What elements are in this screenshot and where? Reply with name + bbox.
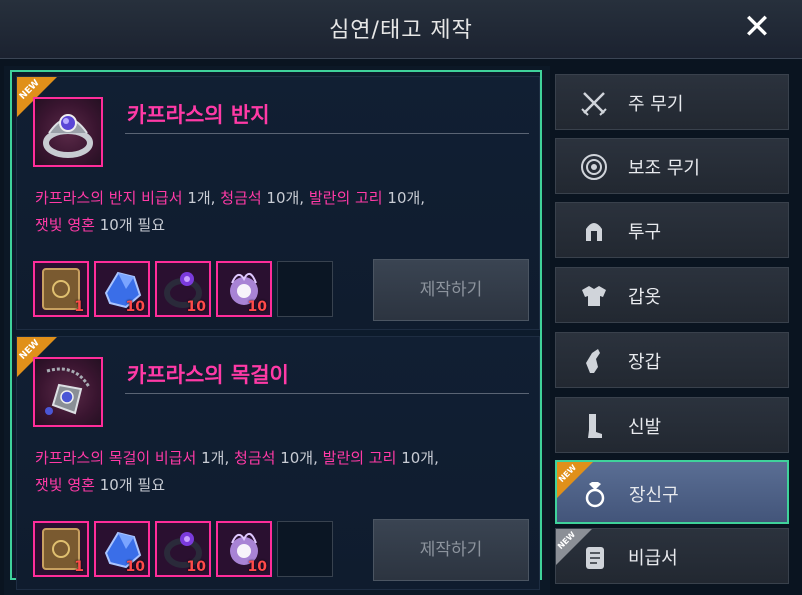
category-armor[interactable]: 갑옷	[555, 267, 789, 323]
requirements-text: 카프라스의 목걸이 비급서 1개, 청금석 10개, 발란의 고리 10개, 잿…	[35, 445, 535, 499]
material-qty: 10개,	[387, 189, 426, 207]
dark-ring-icon[interactable]: 10	[155, 521, 211, 577]
material-qty: 10	[125, 559, 145, 575]
book-icon[interactable]: 1	[33, 261, 89, 317]
book-icon[interactable]: 1	[33, 521, 89, 577]
soul-flame-icon[interactable]: 10	[216, 261, 272, 317]
material-qty: 1	[74, 559, 84, 575]
material-qty: 10개,	[266, 189, 309, 207]
category-boots[interactable]: 신발	[555, 397, 789, 453]
craft-button[interactable]: 제작하기	[373, 259, 529, 321]
category-label: 주 무기	[628, 94, 684, 115]
material-qty: 10	[125, 299, 145, 315]
window-title: 심연/태고 제작	[329, 18, 473, 43]
helmet-icon	[578, 215, 610, 247]
necklace-icon[interactable]	[33, 357, 103, 427]
title-bar: 심연/태고 제작 ✕	[0, 0, 802, 59]
accessory-icon	[579, 478, 611, 510]
material-name: 발란의 고리	[322, 449, 397, 467]
material-qty: 1	[74, 299, 84, 315]
category-main-weapon[interactable]: 주 무기	[555, 74, 789, 130]
material-qty: 10	[247, 299, 267, 315]
category-label: 투구	[628, 222, 662, 243]
category-label: 비급서	[628, 548, 678, 569]
scroll-icon	[578, 541, 610, 573]
material-qty: 10개,	[280, 449, 323, 467]
category-manual[interactable]: NEW 비급서	[555, 528, 789, 584]
armor-icon	[578, 280, 610, 312]
category-label: 갑옷	[628, 287, 662, 308]
material-name: 카프라스의 목걸이 비급서	[35, 449, 197, 467]
item-name: 카프라스의 목걸이	[127, 363, 289, 387]
category-sidebar: 주 무기 보조 무기 투구 갑옷 장갑 신발 NEW 장신구 NEW 비급서	[555, 72, 791, 595]
material-name: 잿빛 영혼	[35, 216, 95, 234]
material-qty: 1개,	[201, 449, 235, 467]
material-qty: 10개 필요	[99, 216, 166, 234]
ring-icon[interactable]	[33, 97, 103, 167]
close-icon[interactable]: ✕	[740, 10, 774, 44]
requirements-text: 카프라스의 반지 비급서 1개, 청금석 10개, 발란의 고리 10개, 잿빛…	[35, 185, 535, 239]
material-qty: 10개 필요	[99, 476, 166, 494]
recipe-card-necklace[interactable]: NEW 카프라스의 목걸이 카프라스의 목걸이 비급서 1개, 청금석 10개,…	[16, 336, 540, 590]
boot-icon	[578, 410, 610, 442]
glove-icon	[578, 345, 610, 377]
crossed-swords-icon	[578, 87, 610, 119]
divider	[125, 133, 529, 134]
dark-ring-icon[interactable]: 10	[155, 261, 211, 317]
material-qty: 10	[186, 559, 206, 575]
empty-material-slot	[277, 521, 333, 577]
blue-crystal-icon[interactable]: 10	[94, 261, 150, 317]
material-name: 잿빛 영혼	[35, 476, 95, 494]
blue-crystal-icon[interactable]: 10	[94, 521, 150, 577]
material-name: 카프라스의 반지 비급서	[35, 189, 183, 207]
category-gloves[interactable]: 장갑	[555, 332, 789, 388]
divider	[125, 393, 529, 394]
soul-flame-icon[interactable]: 10	[216, 521, 272, 577]
category-accessory[interactable]: NEW 장신구	[555, 460, 789, 524]
category-helmet[interactable]: 투구	[555, 202, 789, 258]
material-name: 청금석	[220, 189, 262, 207]
material-qty: 10	[247, 559, 267, 575]
target-icon	[578, 151, 610, 183]
material-name: 발란의 고리	[308, 189, 383, 207]
material-qty: 1개,	[187, 189, 221, 207]
craft-button[interactable]: 제작하기	[373, 519, 529, 581]
category-label: 신발	[628, 417, 662, 438]
material-name: 청금석	[234, 449, 276, 467]
category-label: 장갑	[628, 352, 662, 373]
empty-material-slot	[277, 261, 333, 317]
category-label: 장신구	[629, 485, 679, 506]
material-qty: 10개,	[401, 449, 439, 467]
recipe-card-ring[interactable]: NEW 카프라스의 반지 카프라스의 반지 비급서 1개, 청금석 10개, 발…	[16, 76, 540, 330]
recipe-list[interactable]: NEW 카프라스의 반지 카프라스의 반지 비급서 1개, 청금석 10개, 발…	[10, 70, 542, 590]
material-qty: 10	[186, 299, 206, 315]
category-sub-weapon[interactable]: 보조 무기	[555, 138, 789, 194]
item-name: 카프라스의 반지	[127, 103, 270, 127]
category-label: 보조 무기	[628, 158, 700, 179]
